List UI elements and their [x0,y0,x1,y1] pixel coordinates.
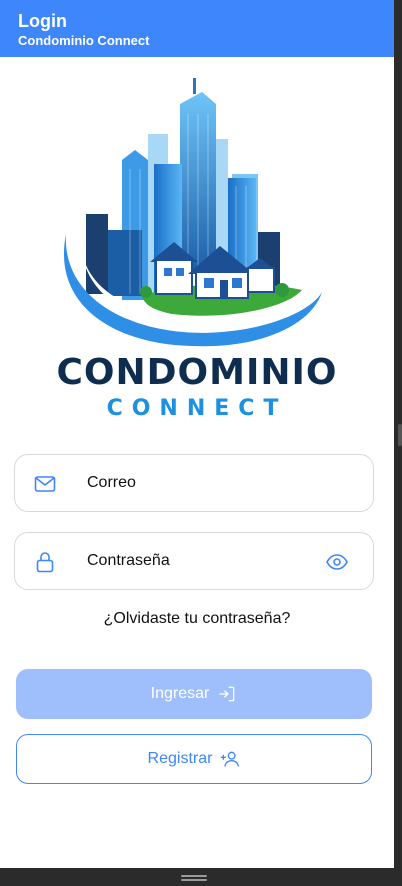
logo-tagline: CONNECT [106,396,288,421]
login-button-label: Ingresar [150,685,210,702]
add-user-icon [221,751,240,767]
building-dark [86,214,108,294]
login-button[interactable]: Ingresar [16,669,372,719]
email-input[interactable] [87,455,307,511]
house-door [220,280,228,298]
house-window [204,278,214,288]
house-window [164,268,172,276]
tree [275,283,289,297]
login-icon [219,686,235,702]
house-left [155,259,193,295]
drag-handle-icon[interactable] [181,875,207,881]
building-roof [122,150,148,160]
app-bar: Login Condominio Connect [0,0,394,57]
forgot-password-link[interactable]: ¿Olvidaste tu contraseña? [0,610,394,628]
building-dark [108,230,142,296]
password-field[interactable] [14,532,374,590]
email-field[interactable] [14,454,374,512]
house-window [232,278,242,288]
page-title: Login [18,11,67,31]
house-small [247,267,275,293]
house-window [176,268,184,276]
register-button[interactable]: Registrar [16,734,372,784]
eye-icon[interactable] [325,550,349,574]
password-input[interactable] [87,533,307,589]
lock-icon [36,552,54,573]
tree [140,286,152,298]
login-screen: Login Condominio Connect CONDOMINIO CONN… [0,0,394,868]
mail-icon [34,476,56,492]
scroll-indicator [398,424,402,446]
tower-antenna [193,78,196,94]
logo-wordmark: CONDOMINIO [56,352,338,393]
register-button-label: Registrar [147,750,213,767]
page-subtitle: Condominio Connect [18,33,150,48]
